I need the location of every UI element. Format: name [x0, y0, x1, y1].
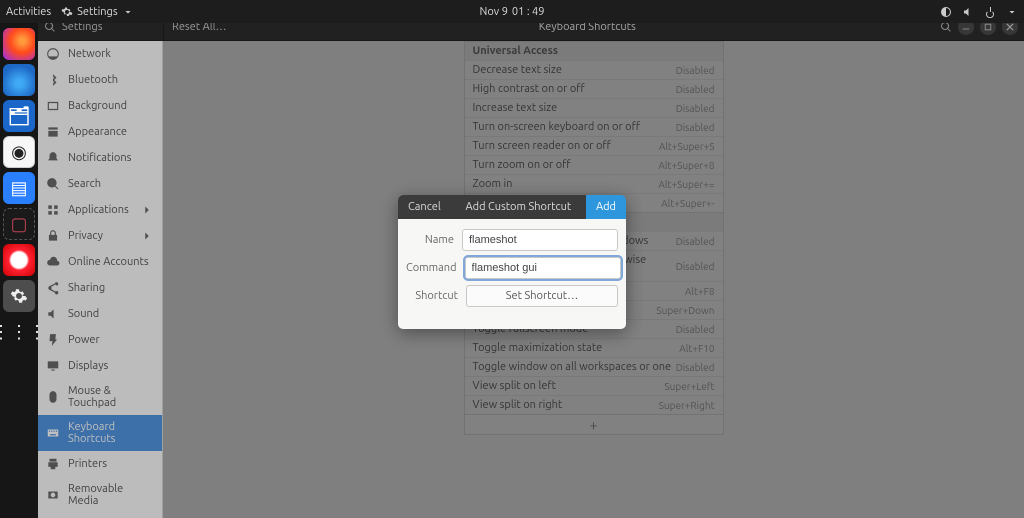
network-icon	[940, 6, 952, 18]
name-input[interactable]	[462, 229, 618, 251]
clock[interactable]: Nov 9 01 : 49	[480, 6, 545, 18]
dock-help[interactable]	[3, 244, 35, 276]
dock-text-editor[interactable]: ▤	[3, 172, 35, 204]
dock-firefox[interactable]	[3, 28, 35, 60]
shortcut-label: Shortcut	[406, 290, 458, 302]
dialog-title: Add Custom Shortcut	[451, 201, 586, 213]
dropdown-icon	[122, 6, 134, 18]
dock-thunderbird[interactable]	[3, 64, 35, 96]
cancel-button[interactable]: Cancel	[398, 201, 451, 213]
add-button[interactable]: Add	[586, 195, 626, 219]
volume-icon	[962, 6, 974, 18]
dock-rhythmbox[interactable]: ◉	[3, 136, 35, 168]
power-icon	[984, 6, 996, 18]
command-label: Command	[406, 262, 457, 274]
ubuntu-dock: 🗂 ◉ ▤ ▢ ⋮⋮⋮	[0, 23, 38, 518]
system-tray[interactable]	[940, 6, 1018, 18]
name-label: Name	[406, 234, 454, 246]
activities-button[interactable]: Activities	[6, 6, 51, 18]
dropdown-icon	[1006, 6, 1018, 18]
dock-files[interactable]: 🗂	[3, 100, 35, 132]
dock-terminal[interactable]: ▢	[3, 208, 35, 240]
gear-icon	[61, 6, 73, 18]
gnome-top-bar: Activities Settings Nov 9 01 : 49	[0, 0, 1024, 23]
app-menu[interactable]: Settings	[61, 6, 134, 18]
dock-show-apps[interactable]: ⋮⋮⋮	[3, 316, 35, 348]
set-shortcut-button[interactable]: Set Shortcut…	[466, 285, 618, 307]
command-input[interactable]	[465, 257, 621, 279]
dock-settings[interactable]	[3, 280, 35, 312]
add-custom-shortcut-dialog: Cancel Add Custom Shortcut Add Name Comm…	[398, 195, 626, 329]
